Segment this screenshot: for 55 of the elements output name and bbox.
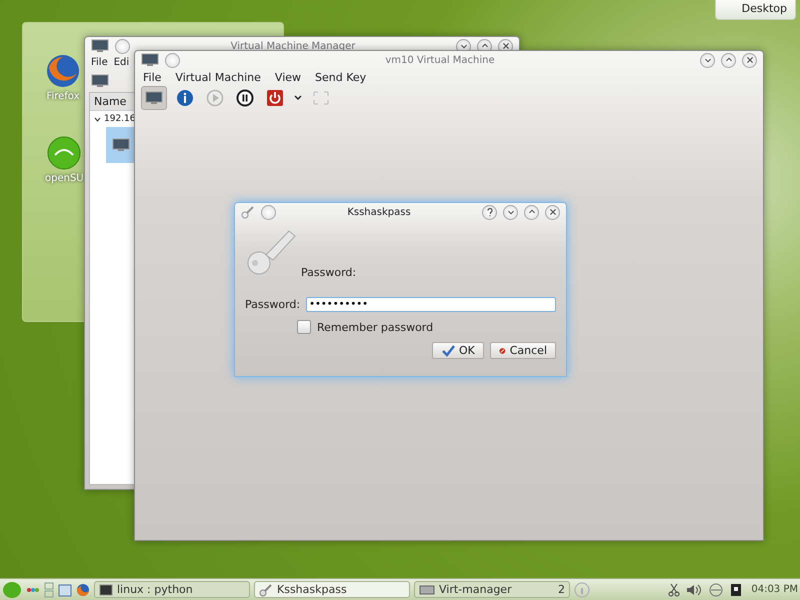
- minimize-button[interactable]: [700, 52, 715, 68]
- globe-icon[interactable]: [76, 582, 90, 596]
- task-button[interactable]: Virt-manager 2: [414, 581, 570, 598]
- maximize-button[interactable]: [721, 52, 736, 68]
- help-button[interactable]: [482, 204, 497, 220]
- menu-item[interactable]: File: [91, 57, 108, 68]
- key-icon: [241, 205, 255, 219]
- vm-row[interactable]: [106, 127, 136, 163]
- close-button[interactable]: [742, 52, 757, 68]
- ok-button[interactable]: OK: [432, 342, 484, 359]
- prompt-text: Password:: [301, 266, 356, 279]
- speaker-icon[interactable]: [685, 582, 704, 596]
- power-icon: [266, 89, 284, 107]
- close-button[interactable]: [545, 204, 560, 220]
- menu-item[interactable]: File: [143, 71, 162, 84]
- calendar-icon[interactable]: [58, 582, 72, 596]
- monitor-icon: [419, 584, 435, 594]
- checkmark-icon: [441, 344, 455, 358]
- key-icon: [259, 582, 273, 596]
- task-button[interactable]: Ksshaskpass: [254, 581, 410, 598]
- window-title: Virtual Machine Manager: [230, 40, 356, 52]
- new-vm-icon[interactable]: [91, 74, 109, 88]
- desktop-icon-label: openSU: [45, 173, 84, 184]
- vm-icon: [112, 138, 130, 152]
- play-icon: [206, 89, 224, 107]
- window-title: vm10 Virtual Machine: [384, 54, 496, 66]
- menu-item[interactable]: Send Key: [315, 71, 366, 84]
- password-field[interactable]: ••••••••••: [306, 297, 556, 312]
- minimize-button[interactable]: [503, 204, 518, 220]
- app-icon: [141, 53, 159, 67]
- pause-icon: [236, 89, 254, 107]
- app-icon: [91, 39, 109, 53]
- menu-item[interactable]: View: [274, 71, 302, 84]
- globe-icon[interactable]: [45, 53, 81, 89]
- cancel-button[interactable]: Cancel: [490, 342, 556, 359]
- window-title: Ksshaskpass: [346, 206, 412, 218]
- caret-icon: [294, 95, 302, 101]
- checkbox[interactable]: [297, 320, 311, 334]
- maximize-button[interactable]: [524, 204, 539, 220]
- task-button[interactable]: linux : python: [94, 581, 250, 598]
- monitor-icon: [145, 91, 163, 105]
- terminal-icon: [99, 582, 113, 596]
- menu-item[interactable]: Edi: [114, 57, 130, 68]
- checkbox-label: Remember password: [317, 320, 434, 334]
- desktop-icon-label: Firefox: [46, 91, 80, 102]
- scissors-icon[interactable]: [667, 582, 682, 596]
- question-mark-icon: [484, 207, 494, 217]
- fullscreen-icon: [313, 91, 329, 105]
- dots-icon[interactable]: [26, 586, 40, 594]
- field-label: Password:: [245, 298, 300, 311]
- window-count: 2: [558, 583, 565, 596]
- info-icon: [176, 89, 194, 107]
- clock: 04:03 PM: [751, 584, 798, 595]
- menu-item[interactable]: Virtual Machine: [175, 71, 261, 84]
- desktop-button[interactable]: Desktop: [714, 0, 796, 20]
